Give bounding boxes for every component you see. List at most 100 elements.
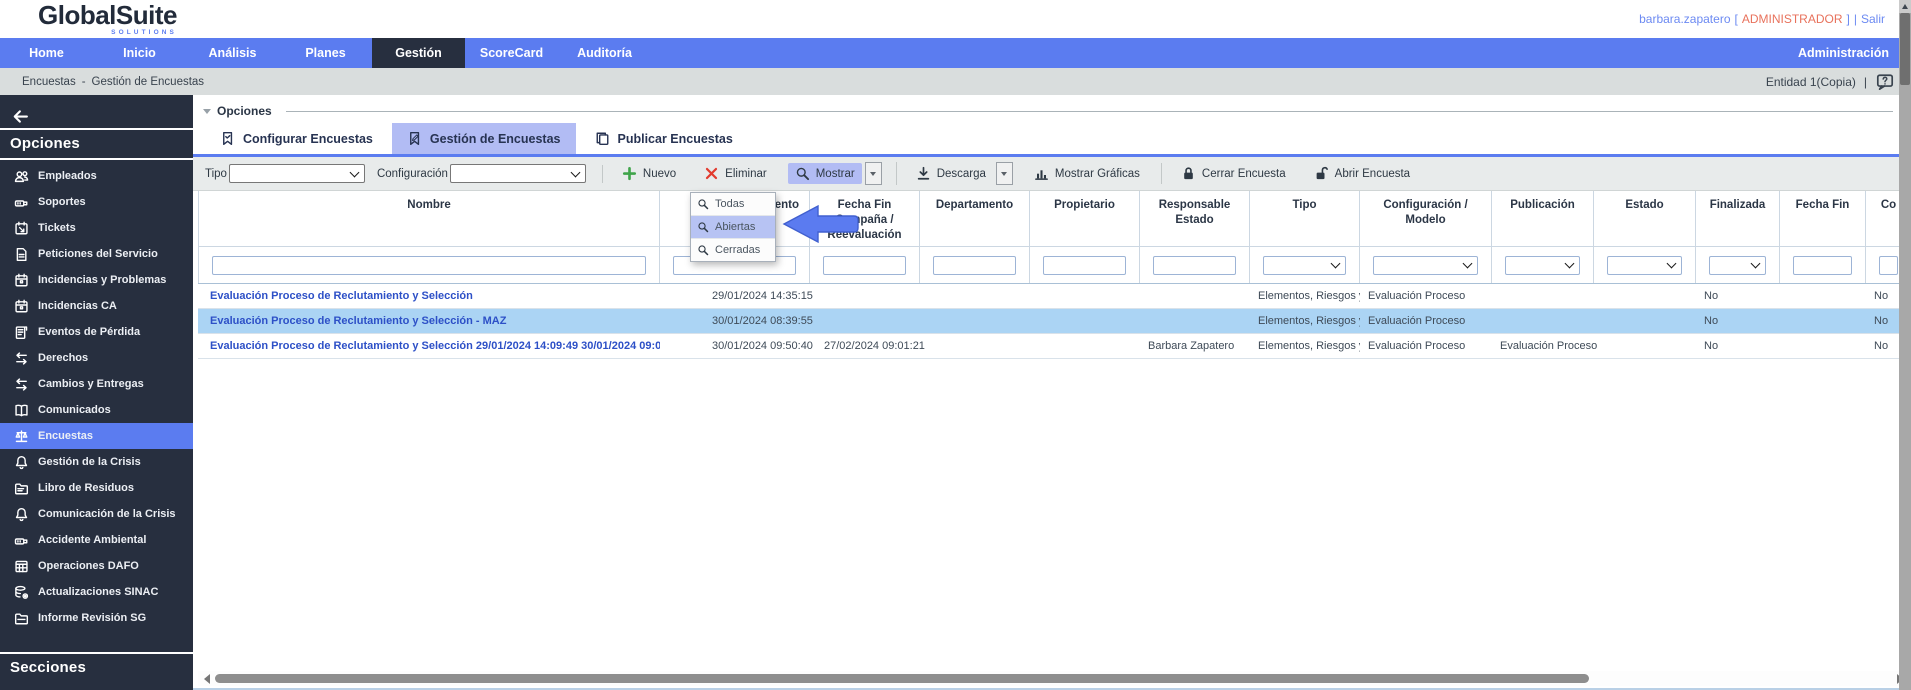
nav-tab[interactable]: Auditoría: [558, 38, 651, 68]
toolbar-button[interactable]: Cerrar Encuesta: [1174, 163, 1293, 184]
nav-tab[interactable]: Inicio: [93, 38, 186, 68]
toolbar-button[interactable]: Mostrar Gráficas: [1027, 163, 1147, 184]
tipo-select[interactable]: [228, 164, 365, 183]
table-row-0[interactable]: Evaluación Proceso de Reclutamiento y Se…: [198, 284, 1911, 309]
filter-select-9[interactable]: [1607, 255, 1682, 275]
sidebar-item[interactable]: Incidencias y Problemas: [0, 267, 193, 293]
separator: |: [1853, 12, 1857, 26]
column-header-2[interactable]: Fecha Fin Campaña / Reevaluación: [810, 191, 920, 246]
transfer-arrows-icon: [14, 351, 29, 366]
filter-cell-11: [1780, 247, 1866, 283]
survey-link[interactable]: Evaluación Proceso de Reclutamiento y Se…: [210, 315, 506, 327]
sidebar-item-label: Accidente Ambiental: [38, 534, 147, 546]
sidebar-collapse-button[interactable]: [0, 95, 193, 128]
sidebar-item[interactable]: Gestión de la Crisis: [0, 449, 193, 475]
sidebar-item[interactable]: Operaciones DAFO: [0, 553, 193, 579]
column-header-5[interactable]: Responsable Estado: [1140, 191, 1250, 246]
nav-tab-administracion[interactable]: Administración: [1776, 38, 1911, 68]
tab[interactable]: Configurar Encuestas: [205, 123, 388, 154]
toolbar-button-label: Nuevo: [642, 167, 677, 180]
table-header-row: Nombre miento Fecha Fin Campaña / Reevalua…: [198, 191, 1911, 247]
table-row-2[interactable]: Evaluación Proceso de Reclutamiento y Se…: [198, 334, 1911, 359]
toolbar-button[interactable]: Mostrar: [787, 163, 862, 184]
magnifier-icon: [795, 166, 810, 181]
scrollbar-thumb[interactable]: [1900, 13, 1910, 85]
toolbar-button[interactable]: Abrir Encuesta: [1307, 163, 1417, 184]
nav-tab[interactable]: Home: [0, 38, 93, 68]
filter-select-10[interactable]: [1709, 255, 1766, 275]
column-header-3[interactable]: Departamento: [920, 191, 1030, 246]
nav-tab[interactable]: Planes: [279, 38, 372, 68]
filter-select-7[interactable]: [1373, 255, 1478, 275]
toolbar-button[interactable]: Eliminar: [697, 163, 774, 184]
filter-input-4[interactable]: [1043, 255, 1126, 275]
tab[interactable]: Gestión de Encuestas: [391, 123, 576, 154]
scroll-up-button[interactable]: [1899, 0, 1911, 13]
sidebar-item[interactable]: Eventos de Pérdida: [0, 319, 193, 345]
filter-input-12[interactable]: [1879, 255, 1898, 275]
column-header-10[interactable]: Finalizada: [1696, 191, 1780, 246]
sidebar-item[interactable]: Comunicados: [0, 397, 193, 423]
caret-dropdown-button[interactable]: [995, 162, 1013, 185]
table-cell: 30/01/2024 09:50:40: [712, 340, 813, 352]
column-header-11[interactable]: Fecha Fin: [1780, 191, 1866, 246]
horizontal-scrollbar[interactable]: [198, 671, 1909, 686]
filter-input-2[interactable]: [823, 255, 906, 275]
column-header-9[interactable]: Estado: [1594, 191, 1696, 246]
username-link[interactable]: barbara.zapatero: [1639, 12, 1730, 26]
column-header-6[interactable]: Tipo: [1250, 191, 1360, 246]
filter-input-11[interactable]: [1793, 255, 1852, 275]
sidebar-item-label: Cambios y Entregas: [38, 378, 144, 390]
calendar-incident-icon: [14, 299, 29, 314]
toolbar-button-label: Cerrar Encuesta: [1201, 167, 1286, 180]
filter-select-6[interactable]: [1263, 255, 1346, 275]
menu-item[interactable]: Abiertas: [691, 216, 775, 239]
sidebar-item[interactable]: Accidente Ambiental: [0, 527, 193, 553]
survey-link[interactable]: Evaluación Proceso de Reclutamiento y Se…: [210, 290, 473, 302]
sidebar-item[interactable]: Informe Revisión SG: [0, 605, 193, 631]
toolbar-button-group: Eliminar: [697, 163, 774, 184]
column-header-7[interactable]: Configuración / Modelo: [1360, 191, 1492, 246]
table-row-1[interactable]: Evaluación Proceso de Reclutamiento y Se…: [198, 309, 1911, 334]
scroll-left-icon[interactable]: [204, 673, 210, 684]
sidebar-item[interactable]: Actualizaciones SINAC: [0, 579, 193, 605]
sidebar-item[interactable]: Tickets: [0, 215, 193, 241]
sidebar-item[interactable]: Cambios y Entregas: [0, 371, 193, 397]
nav-tab[interactable]: Análisis: [186, 38, 279, 68]
balance-scale-icon: [14, 429, 29, 444]
help-question-icon[interactable]: [1875, 73, 1895, 91]
sidebar-item[interactable]: Derechos: [0, 345, 193, 371]
filter-input-3[interactable]: [933, 255, 1016, 275]
toolbar-button[interactable]: Descarga: [909, 163, 993, 184]
menu-item[interactable]: Todas: [691, 193, 775, 216]
sidebar-item[interactable]: Peticiones del Servicio: [0, 241, 193, 267]
sidebar-item[interactable]: Incidencias CA: [0, 293, 193, 319]
filter-input-5[interactable]: [1153, 255, 1236, 275]
nav-tab[interactable]: Gestión: [372, 38, 465, 68]
logout-link[interactable]: Salir: [1861, 12, 1885, 26]
column-header-8[interactable]: Publicación: [1492, 191, 1594, 246]
sidebar-item-label: Eventos de Pérdida: [38, 326, 141, 338]
toolbar-button[interactable]: Nuevo: [615, 163, 683, 184]
globalsuite-logo[interactable]: GlobalSuite SOLUTIONS: [38, 2, 177, 37]
sidebar-item[interactable]: Libro de Residuos: [0, 475, 193, 501]
tab[interactable]: Publicar Encuestas: [580, 123, 748, 154]
column-header-0[interactable]: Nombre: [198, 191, 660, 246]
sidebar-item[interactable]: Empleados: [0, 163, 193, 189]
filter-input-0[interactable]: [212, 255, 646, 275]
nav-tab[interactable]: ScoreCard: [465, 38, 558, 68]
sidebar-menu: Empleados Soportes Tickets Peticiones de…: [0, 160, 193, 631]
filter-select-8[interactable]: [1505, 255, 1580, 275]
configuracion-select[interactable]: [449, 164, 586, 183]
collapse-triangle-icon[interactable]: [203, 108, 211, 114]
sidebar-item[interactable]: Comunicación de la Crisis: [0, 501, 193, 527]
sidebar-item[interactable]: Soportes: [0, 189, 193, 215]
survey-link[interactable]: Evaluación Proceso de Reclutamiento y Se…: [210, 340, 660, 352]
menu-item[interactable]: Cerradas: [691, 239, 775, 261]
caret-dropdown-button[interactable]: [864, 162, 882, 185]
column-header-4[interactable]: Propietario: [1030, 191, 1140, 246]
scrollbar-thumb[interactable]: [215, 674, 1589, 683]
vertical-scrollbar[interactable]: [1899, 0, 1911, 690]
toolbar-button-group: Descarga: [895, 162, 1013, 185]
sidebar-item[interactable]: Encuestas: [0, 423, 193, 449]
